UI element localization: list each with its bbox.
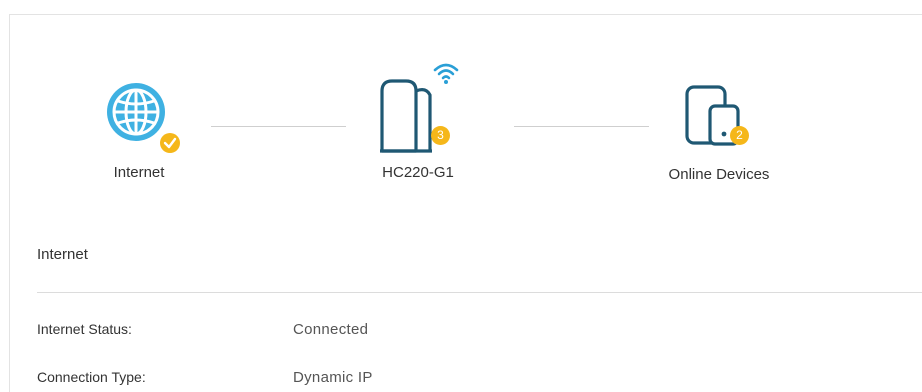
section-divider [37, 292, 922, 293]
connection-type-label: Connection Type: [37, 369, 146, 385]
router-label: HC220-G1 [382, 164, 454, 181]
router-icon [380, 79, 432, 153]
globe-icon [107, 83, 165, 141]
connector-line [514, 126, 649, 127]
router-badge: 3 [431, 126, 450, 145]
wifi-icon [433, 63, 459, 84]
connector-line [211, 126, 346, 127]
check-icon [160, 133, 180, 153]
section-title: Internet [37, 246, 88, 263]
internet-status-label: Internet Status: [37, 321, 132, 337]
internet-label: Internet [113, 164, 165, 181]
connection-type-value: Dynamic IP [293, 369, 373, 386]
router-node[interactable]: 3 [376, 60, 476, 160]
devices-node[interactable]: 2 [684, 84, 774, 164]
internet-node[interactable] [104, 80, 184, 160]
devices-badge: 2 [730, 126, 749, 145]
internet-status-value: Connected [293, 321, 369, 338]
devices-label: Online Devices [668, 166, 770, 183]
